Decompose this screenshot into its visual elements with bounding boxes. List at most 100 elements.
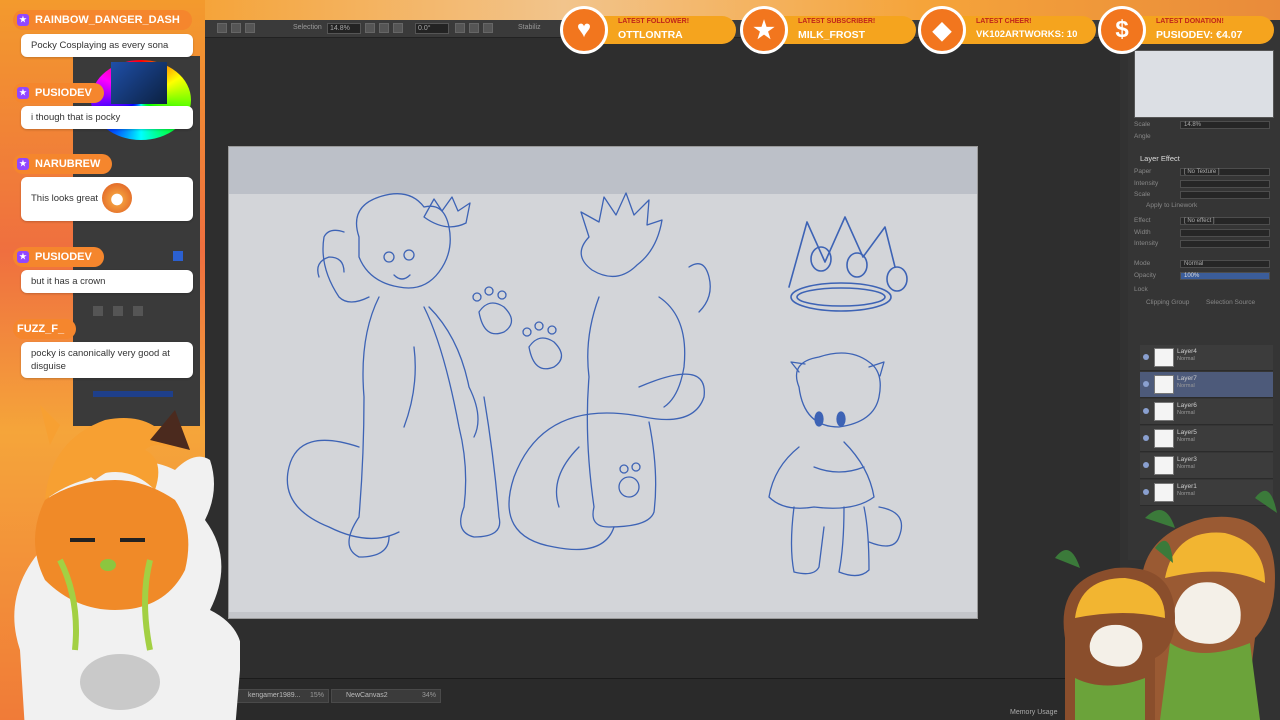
eye-icon[interactable] <box>1143 435 1149 441</box>
opacity-slider[interactable]: 100% <box>1180 272 1270 280</box>
alert-latest-cheer: ◆ Latest Cheer! VK102ARTWORKS: 10 <box>918 6 1096 54</box>
layer-row[interactable]: Layer3 Normal <box>1140 453 1273 479</box>
badge-icon: ★ <box>17 158 29 170</box>
dollar-icon: $ <box>1098 6 1146 54</box>
scale2-slider[interactable] <box>1180 191 1270 199</box>
heart-icon: ♥ <box>560 6 608 54</box>
blend-mode-select[interactable]: Normal <box>1180 260 1270 268</box>
chat-text: but it has a crown <box>21 270 193 293</box>
sketch-paw-prints <box>472 286 563 370</box>
document-tab[interactable]: kengamer1989... 15% <box>233 689 329 703</box>
clipping-group-checkbox[interactable]: Clipping Group <box>1146 299 1189 306</box>
angle-label: Angle <box>1134 133 1151 140</box>
sketch-character-3 <box>768 352 903 577</box>
chat-text: i though that is pocky <box>21 106 193 129</box>
intensity-label: Intensity <box>1134 180 1159 187</box>
zoom-fit-icon[interactable] <box>393 23 403 33</box>
brush-size-slider[interactable] <box>93 391 173 397</box>
layer-mode: Normal <box>1177 410 1195 416</box>
eye-icon[interactable] <box>1143 462 1149 468</box>
zoom-field[interactable]: 14.8% <box>327 23 361 34</box>
drawing-canvas[interactable] <box>228 146 978 619</box>
layer-thumbnail <box>1154 456 1174 475</box>
effect-select[interactable]: [ No effect ] <box>1180 217 1270 225</box>
eraser-tool-icon[interactable] <box>133 306 143 316</box>
layer-thumbnail <box>1154 402 1174 421</box>
lock-label: Lock <box>1134 286 1148 293</box>
sketch-crown <box>788 216 908 312</box>
chat-message: ★ RAINBOW_DANGER_DASH Pocky Cosplaying as… <box>13 10 198 60</box>
mode-label: Mode <box>1134 260 1151 267</box>
paper-select[interactable]: [ No Texture ] <box>1180 168 1270 176</box>
layer-mode: Normal <box>1177 437 1195 443</box>
star-icon: ★ <box>740 6 788 54</box>
eye-icon[interactable] <box>1143 408 1149 414</box>
layer-thumbnail <box>1154 348 1174 367</box>
alert-latest-follower: ♥ Latest Follower! OTTLONTRA <box>560 6 736 54</box>
chat-username: FUZZ_F_ <box>13 319 77 339</box>
chat-text: pocky is canonically very good at disgui… <box>21 342 193 378</box>
chat-message: ★ NARUBREW This looks great <box>13 154 198 224</box>
layer-name: Layer7 <box>1177 375 1197 382</box>
brush-tool-icon[interactable] <box>113 306 123 316</box>
chat-username: ★ PUSIODEV <box>13 83 104 103</box>
navigator-preview[interactable] <box>1134 50 1274 118</box>
alert-value: VK102ARTWORKS: 10 <box>976 29 1078 40</box>
layer-thumbnail <box>1154 375 1174 394</box>
rotate-left-icon[interactable] <box>455 23 465 33</box>
layer-row[interactable]: Layer5 Normal <box>1140 426 1273 452</box>
layer-row[interactable]: Layer4 Normal <box>1140 345 1273 371</box>
intensity2-slider[interactable] <box>1180 240 1270 248</box>
sketch-artwork <box>286 192 908 577</box>
chat-bubble: This looks great <box>21 177 193 221</box>
rotate-reset-icon[interactable] <box>483 23 493 33</box>
rotate-right-icon[interactable] <box>469 23 479 33</box>
zoom-in-icon[interactable] <box>365 23 375 33</box>
alert-latest-subscriber: ★ Latest Subscriber! MILK_FROST <box>740 6 916 54</box>
badge-icon: ★ <box>17 87 29 99</box>
document-tab[interactable]: NewCanvas2 34% <box>331 689 441 703</box>
pen-tool-icon[interactable] <box>93 306 103 316</box>
document-tab-bar: kengamer1989... 15% NewCanvas2 34% Memor… <box>205 678 1120 720</box>
chat-text: Pocky Cosplaying as every sona <box>21 34 193 57</box>
badge-icon: ★ <box>17 251 29 263</box>
eye-icon[interactable] <box>1143 381 1149 387</box>
intensity-slider[interactable] <box>1180 180 1270 188</box>
effect-label: Effect <box>1134 217 1151 224</box>
layer-effect-title[interactable]: Layer Effect <box>1140 154 1180 163</box>
alert-value: OTTLONTRA <box>618 29 683 41</box>
chat-message: ★ PUSIODEV but it has a crown <box>13 247 198 297</box>
scale-value[interactable]: 14.8% <box>1180 121 1270 129</box>
layer-mode: Normal <box>1177 383 1195 389</box>
red-panda-mascots <box>1055 490 1277 720</box>
chat-message: ★ PUSIODEV i though that is pocky <box>13 83 198 133</box>
document-tab-zoom: 15% <box>309 692 324 699</box>
streamer-avatar <box>14 405 240 720</box>
scale2-label: Scale <box>1134 191 1151 198</box>
width-label: Width <box>1134 229 1151 236</box>
clear-icon[interactable] <box>245 23 255 33</box>
width-slider[interactable] <box>1180 229 1270 237</box>
selection-source-checkbox[interactable]: Selection Source <box>1206 299 1255 306</box>
chat-text: This looks great <box>31 193 99 204</box>
eye-icon[interactable] <box>1143 354 1149 360</box>
emote-icon <box>102 183 133 214</box>
undo-icon[interactable] <box>217 23 227 33</box>
diamond-icon: ◆ <box>918 6 966 54</box>
chat-username: ★ NARUBREW <box>13 154 113 174</box>
zoom-out-icon[interactable] <box>379 23 389 33</box>
apply-linework-checkbox[interactable]: Apply to Linework <box>1146 202 1197 209</box>
chat-username: ★ RAINBOW_DANGER_DASH <box>13 10 192 30</box>
alert-label: Latest Cheer! <box>976 18 1032 25</box>
redo-icon[interactable] <box>231 23 241 33</box>
alert-label: Latest Follower! <box>618 18 690 25</box>
layer-mode: Normal <box>1177 464 1195 470</box>
opacity-label: Opacity <box>1134 272 1157 279</box>
alert-label: Latest Subscriber! <box>798 18 876 25</box>
document-tab-name: kengamer1989... <box>248 692 301 699</box>
sketch-character-1 <box>286 193 501 558</box>
stabilizer-label: Stabiliz <box>518 24 541 31</box>
layer-row[interactable]: Layer6 Normal <box>1140 399 1273 425</box>
layer-row-active[interactable]: Layer7 Normal <box>1140 372 1273 398</box>
angle-field[interactable]: 0.0° <box>415 23 449 34</box>
